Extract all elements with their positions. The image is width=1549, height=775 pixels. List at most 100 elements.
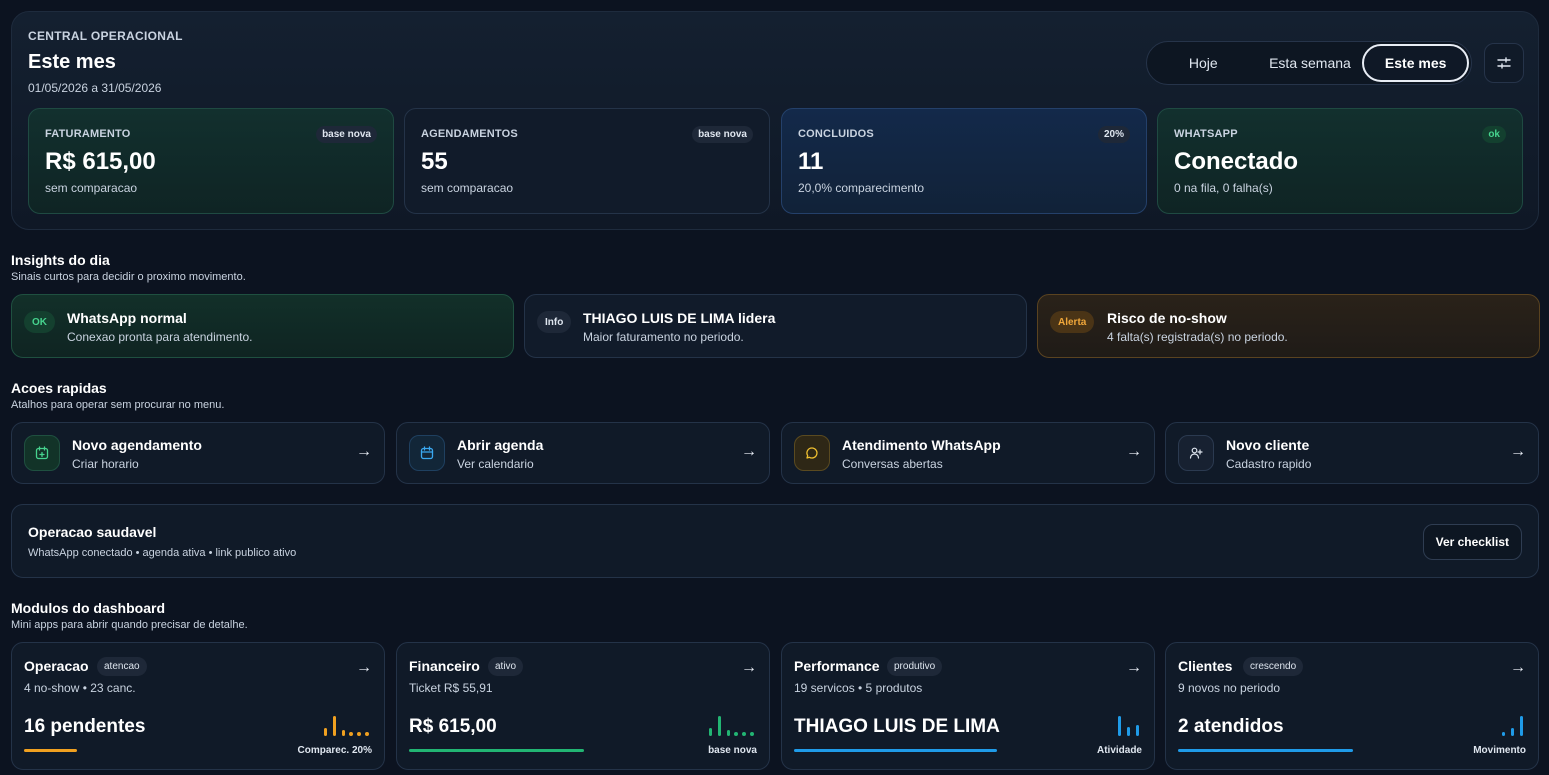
kpi-faturamento: FATURAMENTO base nova R$ 615,00 sem comp… [28, 108, 394, 214]
module-clientes[interactable]: Clientes crescendo → 9 novos no periodo … [1165, 642, 1539, 770]
module-metric: 2 atendidos [1178, 716, 1284, 737]
insight-title: THIAGO LUIS DE LIMA lidera [583, 310, 776, 326]
modules-subtitle: Mini apps para abrir quando precisar de … [11, 619, 248, 631]
kpi-sub: 0 na fila, 0 falha(s) [1174, 181, 1273, 195]
sparkline-icon [1502, 716, 1523, 736]
kpi-whatsapp: WHATSAPP ok Conectado 0 na fila, 0 falha… [1157, 108, 1523, 214]
health-desc: WhatsApp conectado • agenda ativa • link… [28, 547, 297, 559]
arrow-right-icon: → [356, 443, 372, 460]
action-title: Novo agendamento [72, 437, 202, 453]
sliders-icon [1497, 57, 1511, 69]
insight-desc: Maior faturamento no periodo. [583, 330, 744, 344]
insight-card-info[interactable]: Info THIAGO LUIS DE LIMA lidera Maior fa… [524, 294, 1027, 358]
module-title: Performance [794, 658, 880, 674]
kpi-badge: base nova [316, 126, 377, 143]
action-title: Abrir agenda [457, 437, 544, 453]
health-title: Operacao saudavel [28, 524, 157, 540]
module-foot: Atividade [1096, 745, 1142, 756]
kpi-agendamentos: AGENDAMENTOS base nova 55 sem comparacao [404, 108, 770, 214]
module-foot: base nova [708, 745, 757, 756]
arrow-right-icon: → [1510, 659, 1526, 676]
page-title: Este mes [28, 51, 116, 73]
filter-button[interactable] [1484, 43, 1524, 83]
kpi-badge: base nova [692, 126, 753, 143]
period-week[interactable]: Esta semana [1258, 44, 1363, 82]
status-badge: Info [537, 311, 572, 333]
insight-desc: Conexao pronta para atendimento. [67, 330, 253, 344]
insight-desc: 4 falta(s) registrada(s) no periodo. [1107, 330, 1288, 344]
module-status-pill: produtivo [887, 657, 943, 676]
action-desc: Conversas abertas [842, 457, 943, 471]
kpi-sub: sem comparacao [45, 181, 138, 195]
kpi-label: CONCLUIDOS [798, 128, 874, 140]
module-performance[interactable]: Performance produtivo → 19 servicos • 5 … [781, 642, 1155, 770]
module-title: Clientes [1178, 658, 1233, 674]
action-desc: Criar horario [72, 457, 139, 471]
arrow-right-icon: → [1510, 443, 1526, 460]
sparkline-icon [709, 716, 754, 736]
actions-title: Acoes rapidas [11, 380, 107, 396]
kpi-label: FATURAMENTO [45, 128, 131, 140]
module-progress-bar [1178, 749, 1353, 752]
kpi-value: 11 [798, 148, 824, 175]
module-metric: R$ 615,00 [409, 716, 497, 737]
sparkline-icon [324, 716, 369, 736]
kpi-concluidos: CONCLUIDOS 20% 11 20,0% comparecimento [781, 108, 1147, 214]
action-whatsapp[interactable]: Atendimento WhatsApp Conversas abertas → [781, 422, 1155, 484]
kpi-value: Conectado [1174, 148, 1299, 175]
arrow-right-icon: → [356, 659, 372, 676]
insight-card-ok[interactable]: OK WhatsApp normal Conexao pronta para a… [11, 294, 514, 358]
module-desc: 19 servicos • 5 produtos [794, 681, 923, 695]
module-foot: Comparec. 20% [297, 745, 372, 756]
module-desc: 9 novos no periodo [1178, 681, 1281, 695]
module-progress-bar [409, 749, 584, 752]
checklist-button[interactable]: Ver checklist [1422, 524, 1522, 560]
module-metric: 16 pendentes [24, 716, 146, 737]
calendar-plus-icon [24, 435, 60, 471]
module-progress-bar [24, 749, 77, 752]
action-title: Atendimento WhatsApp [842, 437, 1001, 453]
arrow-right-icon: → [741, 443, 757, 460]
module-status-pill: ativo [488, 657, 524, 676]
action-new-client[interactable]: Novo cliente Cadastro rapido → [1165, 422, 1539, 484]
kpi-value: R$ 615,00 [45, 148, 156, 175]
arrow-right-icon: → [1126, 659, 1142, 676]
kpi-value: 55 [421, 148, 448, 175]
action-open-agenda[interactable]: Abrir agenda Ver calendario → [396, 422, 770, 484]
module-progress-bar [794, 749, 997, 752]
module-desc: Ticket R$ 55,91 [409, 681, 493, 695]
insights-title: Insights do dia [11, 252, 110, 268]
status-badge: OK [24, 311, 55, 333]
user-plus-icon [1178, 435, 1214, 471]
arrow-right-icon: → [741, 659, 757, 676]
hero-eyebrow: CENTRAL OPERACIONAL [28, 29, 183, 43]
kpi-sub: 20,0% comparecimento [798, 181, 925, 195]
module-operacao[interactable]: Operacao atencao → 4 no-show • 23 canc. … [11, 642, 385, 770]
sparkline-icon [1118, 716, 1139, 736]
module-financeiro[interactable]: Financeiro ativo → Ticket R$ 55,91 R$ 61… [396, 642, 770, 770]
period-selector: Hoje Esta semana Este mes [1146, 41, 1472, 85]
kpi-sub: sem comparacao [421, 181, 514, 195]
insight-title: Risco de no-show [1107, 310, 1227, 326]
insight-card-alert[interactable]: Alerta Risco de no-show 4 falta(s) regis… [1037, 294, 1540, 358]
insights-subtitle: Sinais curtos para decidir o proximo mov… [11, 271, 246, 283]
action-desc: Cadastro rapido [1226, 457, 1312, 471]
module-title: Financeiro [409, 658, 480, 674]
action-new-appointment[interactable]: Novo agendamento Criar horario → [11, 422, 385, 484]
modules-title: Modulos do dashboard [11, 600, 165, 616]
module-title: Operacao [24, 658, 89, 674]
module-foot: Movimento [1473, 745, 1526, 756]
calendar-icon [409, 435, 445, 471]
period-today[interactable]: Hoje [1149, 44, 1258, 82]
period-month[interactable]: Este mes [1362, 44, 1469, 82]
module-metric: THIAGO LUIS DE LIMA [794, 716, 1000, 737]
kpi-badge: ok [1482, 126, 1506, 143]
insight-title: WhatsApp normal [67, 310, 187, 326]
kpi-badge: 20% [1097, 126, 1130, 143]
chat-bubble-icon [794, 435, 830, 471]
hero-panel: CENTRAL OPERACIONAL Este mes 01/05/2026 … [11, 11, 1539, 230]
arrow-right-icon: → [1126, 443, 1142, 460]
actions-subtitle: Atalhos para operar sem procurar no menu… [11, 399, 225, 411]
action-title: Novo cliente [1226, 437, 1310, 453]
module-status-pill: atencao [97, 657, 147, 676]
